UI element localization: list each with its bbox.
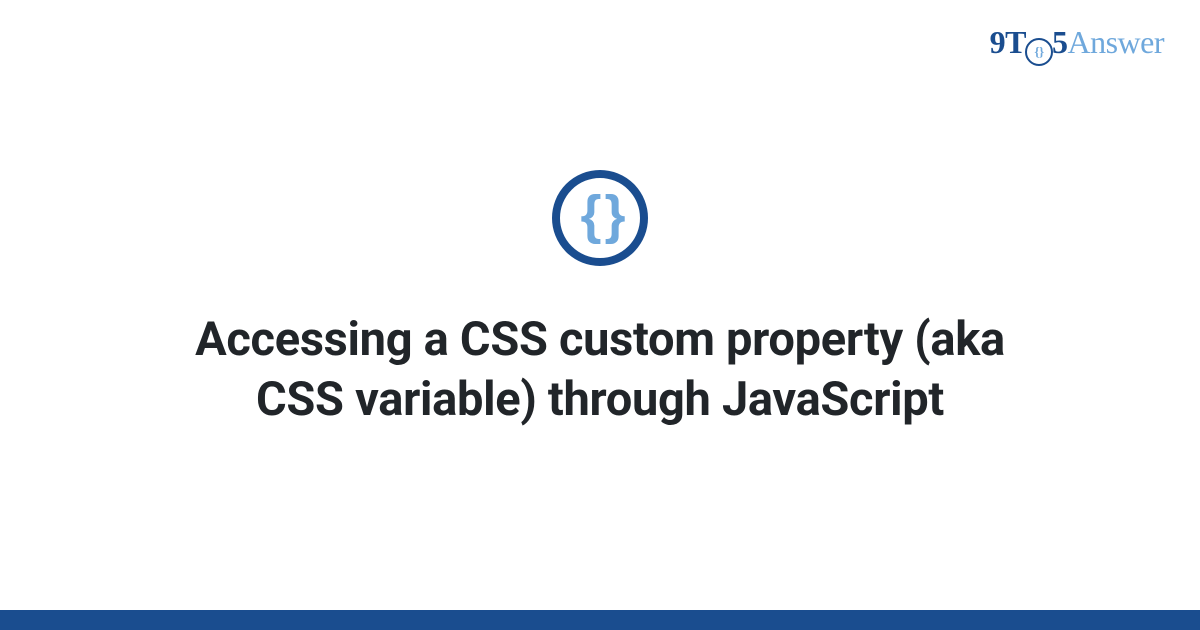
category-braces-icon: { } [552,170,648,266]
main-content: { } Accessing a CSS custom property (aka… [0,0,1200,610]
page-title: Accessing a CSS custom property (aka CSS… [100,310,1100,430]
braces-symbol: { } [580,188,619,242]
footer-accent-bar [0,610,1200,630]
